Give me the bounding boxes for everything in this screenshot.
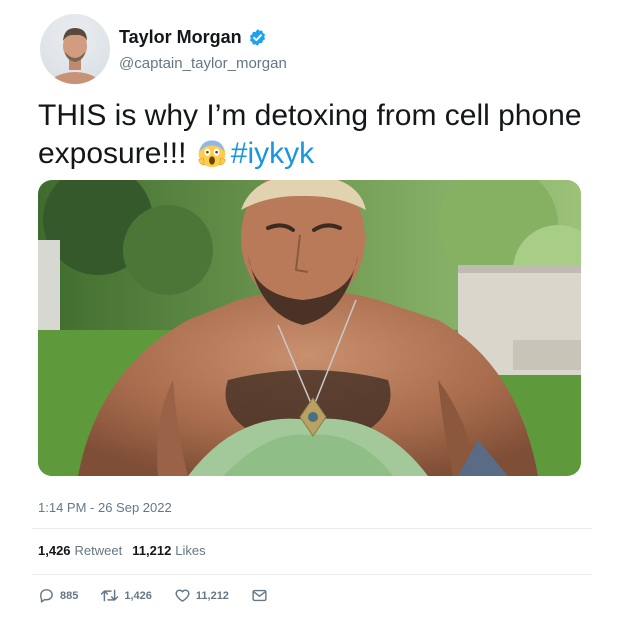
retweet-stat-count: 1,426 [38, 543, 71, 558]
author-handle[interactable]: @captain_taylor_morgan [119, 55, 287, 72]
like-count: 11,212 [195, 589, 229, 602]
envelope-icon [252, 589, 267, 602]
retweet-icon [101, 589, 119, 602]
likes-stat-count: 11,212 [132, 543, 172, 558]
tweet-media-photo[interactable] [38, 180, 581, 476]
verified-badge-icon [249, 29, 265, 46]
hashtag-link[interactable]: #iykyk [231, 137, 314, 170]
retweet-stat[interactable]: 1,426 Retweet [38, 543, 122, 558]
retweet-stat-label: Retweet [74, 543, 123, 558]
retweet-count: 1,426 [124, 589, 152, 602]
retweet-button[interactable]: 1,426 [100, 587, 152, 604]
reply-button[interactable]: 885 [38, 587, 78, 604]
divider-top [32, 528, 592, 529]
author-name-row: Taylor Morgan [119, 27, 267, 48]
reply-icon [40, 589, 53, 603]
author-display-name[interactable]: Taylor Morgan [119, 27, 242, 48]
likes-stat-label: Likes [175, 543, 206, 558]
tweet-text: THIS is why I’m detoxing from cell phone… [38, 97, 598, 173]
reply-count: 885 [60, 589, 79, 602]
direct-message-button[interactable] [251, 587, 273, 604]
tweet-card: Taylor Morgan @captain_taylor_morgan THI… [0, 0, 621, 623]
heart-icon [175, 589, 190, 602]
profile-avatar-icon [47, 28, 103, 84]
tweet-timestamp[interactable]: 1:14 PM - 26 Sep 2022 [38, 500, 172, 515]
avatar[interactable] [40, 14, 110, 84]
face-screaming-in-fear-emoji-icon [198, 140, 226, 168]
like-button[interactable]: 11,212 [174, 587, 229, 604]
divider-bottom [32, 574, 592, 575]
action-bar: 885 1,426 11,212 [38, 587, 295, 604]
shirtless-man-pendant-photo-icon [38, 180, 581, 476]
likes-stat[interactable]: 11,212 Likes [132, 543, 205, 558]
engagement-stats: 1,426 Retweet 11,212 Likes [38, 543, 206, 558]
